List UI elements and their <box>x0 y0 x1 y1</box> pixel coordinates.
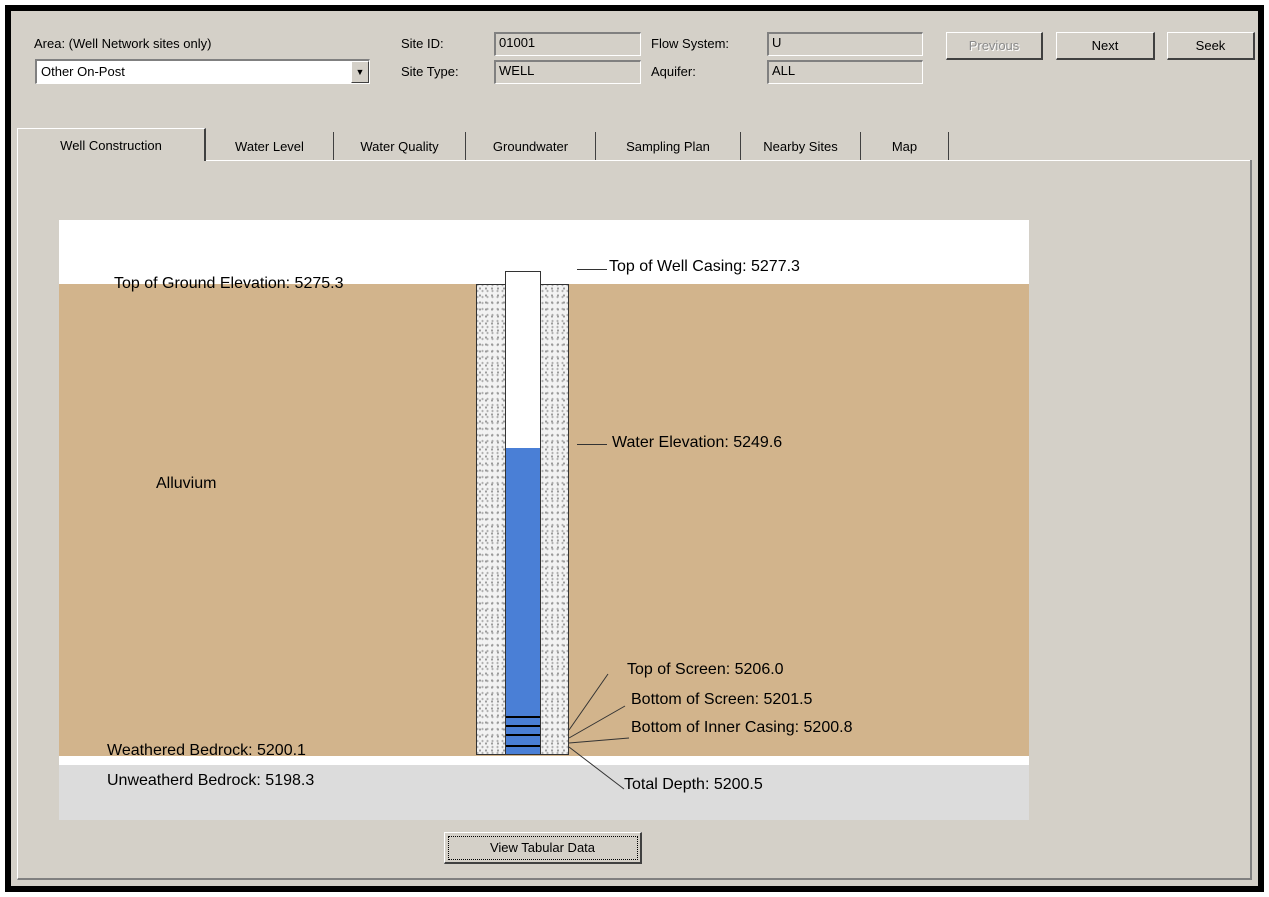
previous-button-label: Previous <box>968 38 1020 53</box>
alluvium-label: Alluvium <box>156 475 217 492</box>
next-button-label: Next <box>1091 38 1119 53</box>
well-construction-diagram: Top of Ground Elevation: 5275.3 Top of W… <box>59 220 1029 820</box>
tab-label: Map <box>891 138 918 154</box>
aquifer-field[interactable]: ALL <box>767 60 923 84</box>
seek-button-label: Seek <box>1195 38 1226 53</box>
tab-water-level[interactable]: Water Level <box>206 132 334 160</box>
next-button[interactable]: Next <box>1056 32 1155 60</box>
unweathered-bedrock-label: Unweatherd Bedrock: 5198.3 <box>107 772 315 789</box>
tab-label: Nearby Sites <box>763 138 838 154</box>
previous-button[interactable]: Previous <box>946 32 1043 60</box>
top-of-screen-label: Top of Screen: 5206.0 <box>627 661 784 678</box>
area-select-value: Other On-Post <box>41 64 125 79</box>
tab-label: Groundwater <box>492 138 569 154</box>
leader-total-depth <box>568 746 625 790</box>
weathered-bedrock-label: Weathered Bedrock: 5200.1 <box>107 742 306 759</box>
leader-lines <box>568 673 630 790</box>
leader-inner-casing <box>568 737 630 744</box>
tab-label: Water Quality <box>360 138 439 154</box>
tab-map[interactable]: Map <box>861 132 949 160</box>
tab-groundwater[interactable]: Groundwater <box>466 132 596 160</box>
top-of-ground-label: Top of Ground Elevation: 5275.3 <box>114 275 344 292</box>
site-id-field[interactable]: 01001 <box>494 32 641 56</box>
flow-system-field[interactable]: U <box>767 32 923 56</box>
total-depth-label: Total Depth: 5200.5 <box>624 776 763 793</box>
tab-well-construction[interactable]: Well Construction <box>17 128 206 161</box>
tab-nearby-sites[interactable]: Nearby Sites <box>741 132 861 160</box>
site-id-label: Site ID: <box>401 36 444 51</box>
site-type-field[interactable]: WELL <box>494 60 641 84</box>
tab-sampling-plan[interactable]: Sampling Plan <box>596 132 741 160</box>
chevron-down-icon[interactable]: ▼ <box>351 61 369 83</box>
tab-label: Well Construction <box>60 137 162 153</box>
tab-label: Sampling Plan <box>626 138 710 154</box>
bottom-inner-casing-label: Bottom of Inner Casing: 5200.8 <box>631 719 853 736</box>
water-elevation-label: Water Elevation: 5249.6 <box>612 434 783 451</box>
top-of-casing-label: Top of Well Casing: 5277.3 <box>609 258 800 275</box>
tab-water-quality[interactable]: Water Quality <box>334 132 466 160</box>
leader-top-screen <box>568 673 609 731</box>
area-select[interactable]: Other On-Post ▼ <box>35 59 370 84</box>
flow-system-label: Flow System: <box>651 36 730 51</box>
tab-label: Water Level <box>235 138 304 154</box>
view-tabular-data-button[interactable]: View Tabular Data <box>444 832 642 864</box>
bottom-of-screen-label: Bottom of Screen: 5201.5 <box>631 691 813 708</box>
view-tabular-data-label: View Tabular Data <box>489 840 596 855</box>
area-label: Area: (Well Network sites only) <box>34 36 212 51</box>
aquifer-label: Aquifer: <box>651 64 696 79</box>
well-window: Area: (Well Network sites only) Other On… <box>5 5 1264 892</box>
leader-bottom-screen <box>568 705 626 739</box>
seek-button[interactable]: Seek <box>1167 32 1255 60</box>
site-type-label: Site Type: <box>401 64 459 79</box>
